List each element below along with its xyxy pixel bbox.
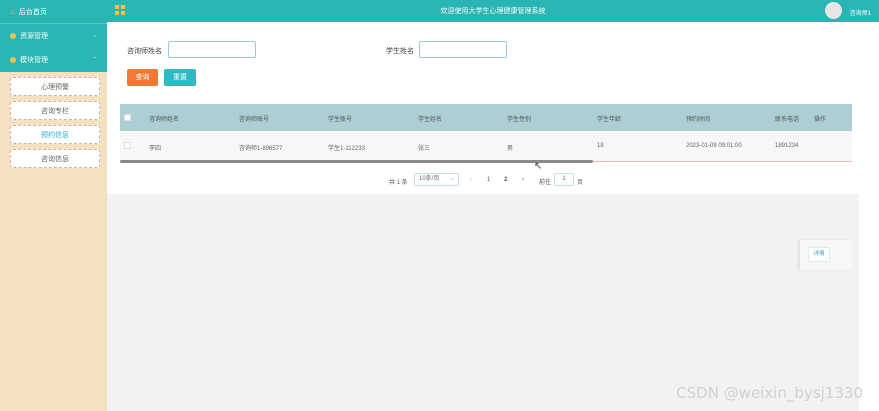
table-header: 咨询师姓名 咨询师账号 学生账号 学生姓名 学生性别 学生年龄 预约时间 联系电… xyxy=(120,104,852,131)
col-student-age: 学生年龄 xyxy=(597,117,622,123)
col-counselor-name: 咨询师姓名 xyxy=(149,117,180,123)
avatar[interactable] xyxy=(825,2,842,19)
page-2-button[interactable]: 2 xyxy=(504,177,507,183)
row-checkbox[interactable] xyxy=(124,142,131,149)
goto-label: 前往 xyxy=(539,180,552,186)
bullet-icon xyxy=(10,57,16,63)
sidebar-item-column[interactable]: 咨询专栏 xyxy=(10,101,100,120)
student-name-input[interactable] xyxy=(419,41,507,58)
mouse-cursor-icon: ↖ xyxy=(534,161,543,172)
right-gutter xyxy=(859,22,879,411)
counselor-name-label: 咨询师姓名 xyxy=(127,48,162,55)
page-size-select[interactable]: 10条/页 ⌄ xyxy=(414,173,459,186)
action-column: 详情 xyxy=(800,240,852,270)
col-student-account: 学生账号 xyxy=(328,117,353,123)
page-1-button[interactable]: 1 xyxy=(487,177,490,183)
main-content: 咨询师姓名 学生姓名 查询 重置 咨询师姓名 咨询师账号 学生账号 学生姓名 学… xyxy=(107,22,859,411)
cell-gender: 男 xyxy=(507,146,514,152)
col-student-gender: 学生性别 xyxy=(507,117,532,123)
col-student-name: 学生姓名 xyxy=(418,117,443,123)
col-phone: 联系电话 xyxy=(775,117,800,123)
pagination-total: 共 1 条 xyxy=(389,180,408,186)
page-size-value: 10条/页 xyxy=(419,176,440,182)
row-divider xyxy=(593,161,852,162)
chevron-up-icon: ⌃ xyxy=(91,57,97,63)
horizontal-scrollbar[interactable] xyxy=(120,160,593,163)
prev-page-button[interactable]: ‹ xyxy=(470,177,472,183)
sidebar-group-resource[interactable]: 资源管理 ⌄ xyxy=(0,24,107,48)
sidebar-group-label: 资源管理 xyxy=(20,33,48,40)
cell-counselor-account: 咨询师1-896577 xyxy=(239,146,283,152)
goto-page-input[interactable]: 1 xyxy=(554,173,574,186)
chevron-down-icon: ⌄ xyxy=(449,176,455,182)
col-counselor-account: 咨询师账号 xyxy=(239,117,270,123)
query-button[interactable]: 查询 xyxy=(127,69,158,86)
counselor-name-input[interactable] xyxy=(168,41,256,58)
col-appointment-time: 预约时间 xyxy=(686,117,711,123)
top-header: 欢迎使用大学生心理健康管理系统 咨询师1 xyxy=(107,0,879,22)
sidebar-top: ⌂ 后台首页 资源管理 ⌄ 模块管理 ⌃ xyxy=(0,0,107,72)
bullet-icon xyxy=(10,33,16,39)
sidebar-group-label: 模块管理 xyxy=(20,57,48,64)
cell-time: 2023-01-09 09:01:00 xyxy=(686,143,742,149)
table-row[interactable]: 李四 咨询师1-896577 学生1-112233 张三 男 18 2023-0… xyxy=(120,131,852,270)
col-action: 操作 xyxy=(814,117,827,123)
cell-phone: 1891234 xyxy=(775,143,799,149)
cell-age: 18 xyxy=(597,143,604,149)
cell-student-account: 学生1-112233 xyxy=(328,146,365,152)
reset-button[interactable]: 重置 xyxy=(164,69,196,86)
username[interactable]: 咨询师1 xyxy=(850,8,871,17)
sidebar-item-home-label: 后台首页 xyxy=(18,8,47,16)
cell-student-name: 张三 xyxy=(418,146,431,152)
content-panel: 咨询师姓名 学生姓名 查询 重置 咨询师姓名 咨询师账号 学生账号 学生姓名 学… xyxy=(107,22,859,270)
sidebar-item-warning[interactable]: 心理预警 xyxy=(10,77,100,96)
watermark: CSDN @weixin_bysj1330 xyxy=(676,384,863,402)
page-title: 欢迎使用大学生心理健康管理系统 xyxy=(440,8,546,15)
sidebar-item-appointment[interactable]: 预约信息 xyxy=(10,125,100,144)
goto-suffix: 页 xyxy=(577,180,584,186)
detail-button[interactable]: 详情 xyxy=(808,247,830,262)
sidebar-item-consult-info[interactable]: 咨询信息 xyxy=(10,149,100,168)
select-all-checkbox[interactable] xyxy=(124,114,131,121)
chevron-down-icon: ⌄ xyxy=(91,33,97,39)
next-page-button[interactable]: › xyxy=(522,177,524,183)
sidebar: ⌂ 后台首页 资源管理 ⌄ 模块管理 ⌃ 心理预警 咨询专栏 预约信息 咨询信息 xyxy=(0,0,107,411)
sidebar-item-home[interactable]: ⌂ 后台首页 xyxy=(0,0,107,24)
student-name-label: 学生姓名 xyxy=(386,48,414,55)
sidebar-group-module[interactable]: 模块管理 ⌃ xyxy=(0,48,107,72)
cell-counselor-name: 李四 xyxy=(149,146,162,152)
home-icon: ⌂ xyxy=(10,7,15,16)
